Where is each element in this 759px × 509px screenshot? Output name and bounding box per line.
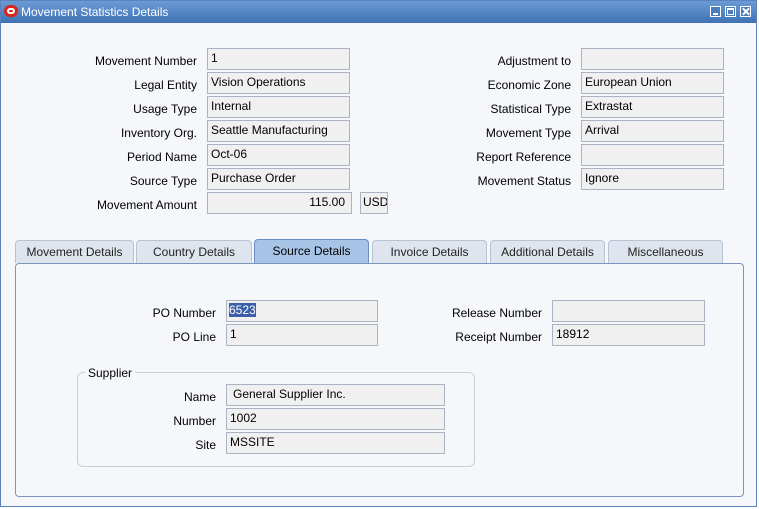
report-reference-label: Report Reference xyxy=(476,150,571,164)
movement-number-field[interactable]: 1 xyxy=(207,48,350,70)
movement-amount-label: Movement Amount xyxy=(96,198,197,212)
tab-invoice-details[interactable]: Invoice Details xyxy=(372,240,487,263)
source-type-field[interactable]: Purchase Order xyxy=(207,168,350,190)
maximize-icon[interactable] xyxy=(725,6,736,17)
report-reference-field[interactable] xyxy=(581,144,724,166)
movement-status-field[interactable]: Ignore xyxy=(581,168,724,190)
receipt-number-field[interactable]: 18912 xyxy=(552,324,705,346)
inventory-org-field[interactable]: Seattle Manufacturing xyxy=(207,120,350,142)
supplier-group-title: Supplier xyxy=(85,366,136,380)
title-bar[interactable]: Movement Statistics Details xyxy=(1,1,756,23)
movement-type-label: Movement Type xyxy=(485,126,571,140)
supplier-number-field[interactable]: 1002 xyxy=(226,408,445,430)
period-name-field[interactable]: Oct-06 xyxy=(207,144,350,166)
window-title: Movement Statistics Details xyxy=(21,5,169,19)
economic-zone-field[interactable]: European Union xyxy=(581,72,724,94)
movement-status-label: Movement Status xyxy=(477,174,571,188)
inventory-org-label: Inventory Org. xyxy=(120,126,197,140)
receipt-number-label: Receipt Number xyxy=(455,330,542,344)
movement-type-field[interactable]: Arrival xyxy=(581,120,724,142)
movement-amount-field[interactable]: 115.00 xyxy=(207,192,352,214)
supplier-name-field[interactable]: General Supplier Inc. xyxy=(226,384,445,406)
po-line-label: PO Line xyxy=(172,330,216,344)
source-type-label: Source Type xyxy=(129,174,197,188)
tab-additional-details[interactable]: Additional Details xyxy=(490,240,605,263)
po-line-field[interactable]: 1 xyxy=(226,324,378,346)
supplier-number-label: Number xyxy=(173,414,216,428)
release-number-field[interactable] xyxy=(552,300,705,322)
po-number-field[interactable]: 6523 xyxy=(226,300,378,322)
supplier-site-label: Site xyxy=(195,438,216,452)
statistical-type-label: Statistical Type xyxy=(490,102,571,116)
adjustment-to-field[interactable] xyxy=(581,48,724,70)
close-icon[interactable] xyxy=(740,6,751,17)
legal-entity-label: Legal Entity xyxy=(134,78,197,92)
tab-movement-details[interactable]: Movement Details xyxy=(15,240,134,263)
po-number-label: PO Number xyxy=(152,306,216,320)
oracle-logo-icon xyxy=(4,5,18,17)
economic-zone-label: Economic Zone xyxy=(487,78,571,92)
minimize-icon[interactable] xyxy=(710,6,721,17)
movement-number-label: Movement Number xyxy=(94,54,197,68)
period-name-label: Period Name xyxy=(126,150,197,164)
currency-field[interactable]: USD xyxy=(360,192,388,214)
supplier-site-field[interactable]: MSSITE xyxy=(226,432,445,454)
tab-country-details[interactable]: Country Details xyxy=(136,240,252,263)
po-number-selected-text: 6523 xyxy=(229,303,256,317)
release-number-label: Release Number xyxy=(451,306,542,320)
supplier-name-label: Name xyxy=(183,390,216,404)
usage-type-label: Usage Type xyxy=(133,102,197,116)
tab-source-details[interactable]: Source Details xyxy=(254,239,369,264)
adjustment-to-label: Adjustment to xyxy=(497,54,571,68)
tab-miscellaneous[interactable]: Miscellaneous xyxy=(608,240,723,263)
legal-entity-field[interactable]: Vision Operations xyxy=(207,72,350,94)
usage-type-field[interactable]: Internal xyxy=(207,96,350,118)
statistical-type-field[interactable]: Extrastat xyxy=(581,96,724,118)
